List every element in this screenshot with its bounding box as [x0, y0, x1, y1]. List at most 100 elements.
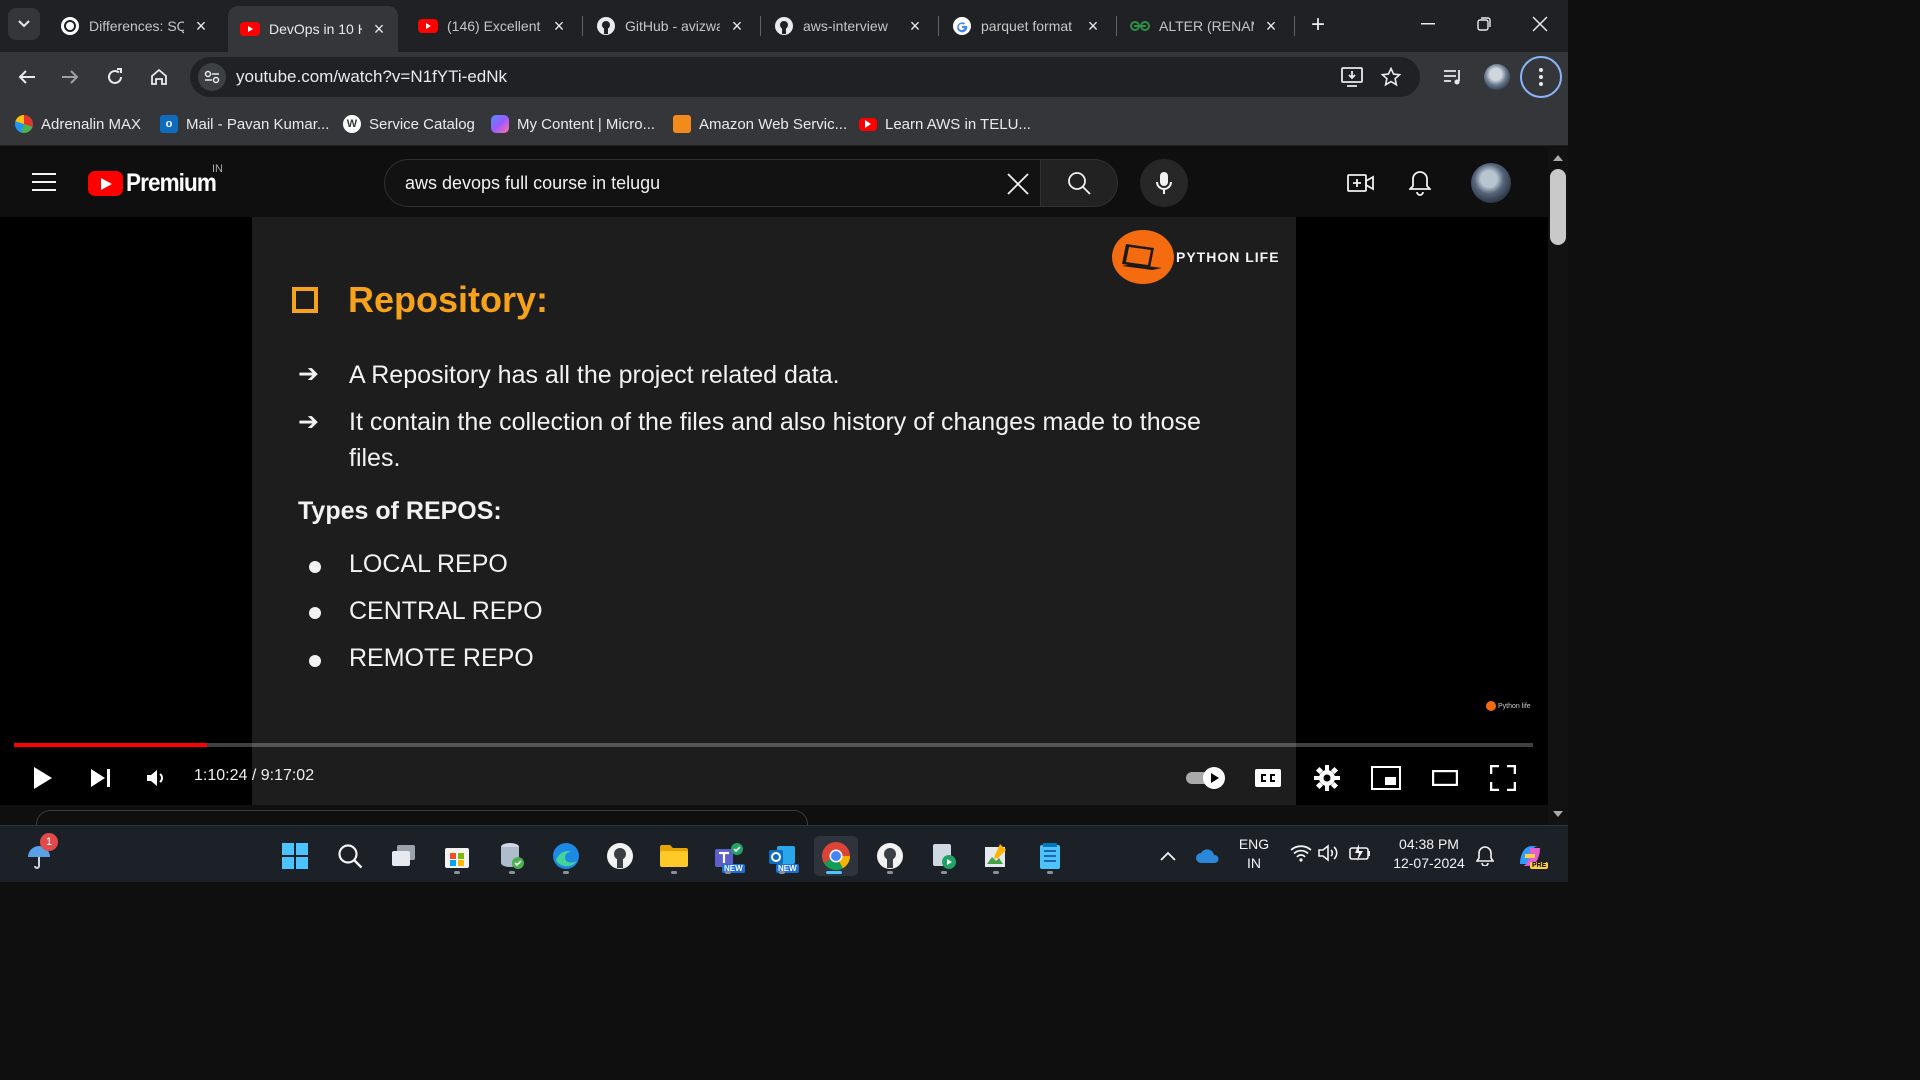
tab-devops-active[interactable]: DevOps in 10 Hours × — [228, 6, 398, 52]
next-button[interactable] — [86, 761, 116, 795]
youtube-premium-logo[interactable]: Premium IN — [88, 163, 226, 198]
scroll-up-arrow-icon[interactable] — [1553, 155, 1563, 161]
notifications-button[interactable] — [1406, 169, 1434, 197]
menu-icon[interactable] — [32, 173, 56, 191]
bookmark-aws[interactable]: Amazon Web Servic... — [673, 112, 847, 136]
edge-browser-button[interactable] — [546, 836, 586, 876]
notepad-button[interactable] — [1030, 836, 1070, 876]
reload-button[interactable] — [99, 61, 131, 93]
tab-excellent[interactable]: (146) Excellent × — [406, 6, 578, 46]
url-text[interactable]: youtube.com/watch?v=N1fYTi-edNk — [236, 67, 507, 87]
arrow-bullet-icon: ➔ — [298, 360, 319, 388]
notification-center-button[interactable] — [1468, 836, 1502, 876]
install-app-icon[interactable] — [1340, 65, 1364, 89]
video-player[interactable]: PYTHON LIFE Repository: ➔ A Repository h… — [0, 217, 1548, 805]
address-bar[interactable]: youtube.com/watch?v=N1fYTi-edNk — [190, 57, 1420, 97]
chrome-button[interactable] — [814, 836, 858, 876]
tab-alter-rename[interactable]: ALTER (RENAME × — [1118, 6, 1290, 46]
page-scrollbar[interactable] — [1548, 147, 1568, 825]
file-explorer-button[interactable] — [654, 836, 694, 876]
show-hidden-icons-button[interactable] — [1148, 836, 1188, 876]
fullscreen-button[interactable] — [1488, 761, 1518, 795]
progress-bar[interactable] — [14, 743, 1533, 747]
bookmark-my-content[interactable]: My Content | Micro... — [491, 112, 655, 136]
chrome-menu-button[interactable] — [1520, 56, 1562, 98]
restore-button[interactable] — [1456, 0, 1512, 48]
media-controls-button[interactable] — [1437, 61, 1469, 93]
settings-button[interactable] — [1312, 761, 1342, 795]
account-avatar[interactable] — [1471, 163, 1511, 203]
miniplayer-button[interactable] — [1370, 761, 1402, 795]
play-button[interactable] — [28, 761, 58, 795]
bookmark-mail[interactable]: o Mail - Pavan Kumar... — [160, 112, 329, 136]
play-icon — [34, 767, 52, 789]
home-button[interactable] — [143, 61, 175, 93]
running-indicator — [454, 871, 460, 874]
bullet-dot-icon — [309, 655, 321, 667]
autoplay-toggle-icon — [1186, 767, 1225, 789]
captions-button[interactable] — [1252, 761, 1284, 795]
copilot-button[interactable]: PRE — [1510, 836, 1550, 876]
close-tab-icon[interactable]: × — [370, 20, 388, 38]
start-button[interactable] — [275, 836, 315, 876]
bookmark-adrenalin[interactable]: Adrenalin MAX — [15, 112, 141, 136]
image-app-button[interactable] — [976, 836, 1016, 876]
github-desktop-2-button[interactable] — [870, 836, 910, 876]
close-tab-icon[interactable]: × — [550, 17, 568, 35]
quick-settings-button[interactable] — [1286, 840, 1376, 868]
copilot-icon — [491, 115, 509, 133]
create-button[interactable] — [1347, 169, 1375, 197]
clear-search-icon[interactable] — [1002, 168, 1034, 200]
theater-mode-button[interactable] — [1430, 761, 1460, 795]
onedrive-button[interactable] — [1188, 836, 1228, 876]
close-tab-icon[interactable]: × — [1084, 17, 1102, 35]
task-view-button[interactable] — [384, 836, 424, 876]
bookmark-learn-aws[interactable]: Learn AWS in TELU... — [859, 112, 1031, 136]
media-player-button[interactable] — [924, 836, 964, 876]
close-tab-icon[interactable]: × — [906, 17, 924, 35]
tab-parquet-format[interactable]: parquet format × — [940, 6, 1112, 46]
tab-search-button[interactable] — [8, 8, 40, 40]
channel-watermark[interactable]: Python life — [1486, 701, 1531, 711]
clock[interactable]: 04:38 PM 12-07-2024 — [1384, 834, 1474, 874]
site-info-button[interactable] — [198, 63, 226, 91]
scrollbar-thumb[interactable] — [1550, 169, 1566, 245]
search-button[interactable] — [1040, 159, 1118, 207]
close-tab-icon[interactable]: × — [728, 17, 746, 35]
microsoft-store-button[interactable] — [437, 836, 477, 876]
weather-widget[interactable]: 1 — [20, 833, 60, 876]
tab-github-avizway[interactable]: GitHub - avizway × — [584, 6, 756, 46]
tab-differences-sql[interactable]: Differences: SQL × — [48, 6, 220, 46]
scroll-down-arrow-icon[interactable] — [1553, 811, 1563, 817]
forward-button[interactable] — [54, 61, 86, 93]
clock-time: 04:38 PM — [1399, 836, 1459, 852]
tab-aws-interview[interactable]: aws-interview × — [762, 6, 934, 46]
bookmark-star-icon[interactable] — [1379, 65, 1403, 89]
browser-toolbar: youtube.com/watch?v=N1fYTi-edNk — [0, 52, 1568, 102]
language-indicator[interactable]: ENG IN — [1232, 834, 1276, 874]
taskbar-search-button[interactable] — [330, 836, 370, 876]
queue-music-icon — [1444, 70, 1460, 85]
bookmark-label: My Content | Micro... — [517, 115, 656, 133]
minimize-button[interactable] — [1400, 0, 1456, 48]
database-icon — [501, 843, 524, 869]
outlook-button[interactable]: NEW — [762, 836, 802, 876]
teams-button[interactable]: NEW — [708, 836, 748, 876]
github-desktop-button[interactable] — [600, 836, 640, 876]
autoplay-toggle[interactable] — [1183, 761, 1229, 795]
running-indicator — [725, 871, 731, 874]
voice-search-button[interactable] — [1140, 159, 1188, 207]
close-window-button[interactable] — [1512, 0, 1568, 48]
bookmark-label: Learn AWS in TELU... — [885, 115, 1031, 133]
new-tab-button[interactable]: + — [1304, 12, 1332, 40]
database-app-button[interactable] — [492, 836, 532, 876]
close-tab-icon[interactable]: × — [1262, 17, 1280, 35]
bookmark-service-catalog[interactable]: W Service Catalog — [343, 112, 475, 136]
back-button[interactable] — [11, 61, 43, 93]
mute-button[interactable] — [142, 761, 170, 795]
search-input[interactable]: aws devops full course in telugu — [384, 159, 1040, 207]
profile-button[interactable] — [1481, 61, 1513, 93]
fullscreen-icon — [1490, 765, 1516, 791]
search-query[interactable]: aws devops full course in telugu — [405, 173, 660, 194]
close-tab-icon[interactable]: × — [192, 17, 210, 35]
